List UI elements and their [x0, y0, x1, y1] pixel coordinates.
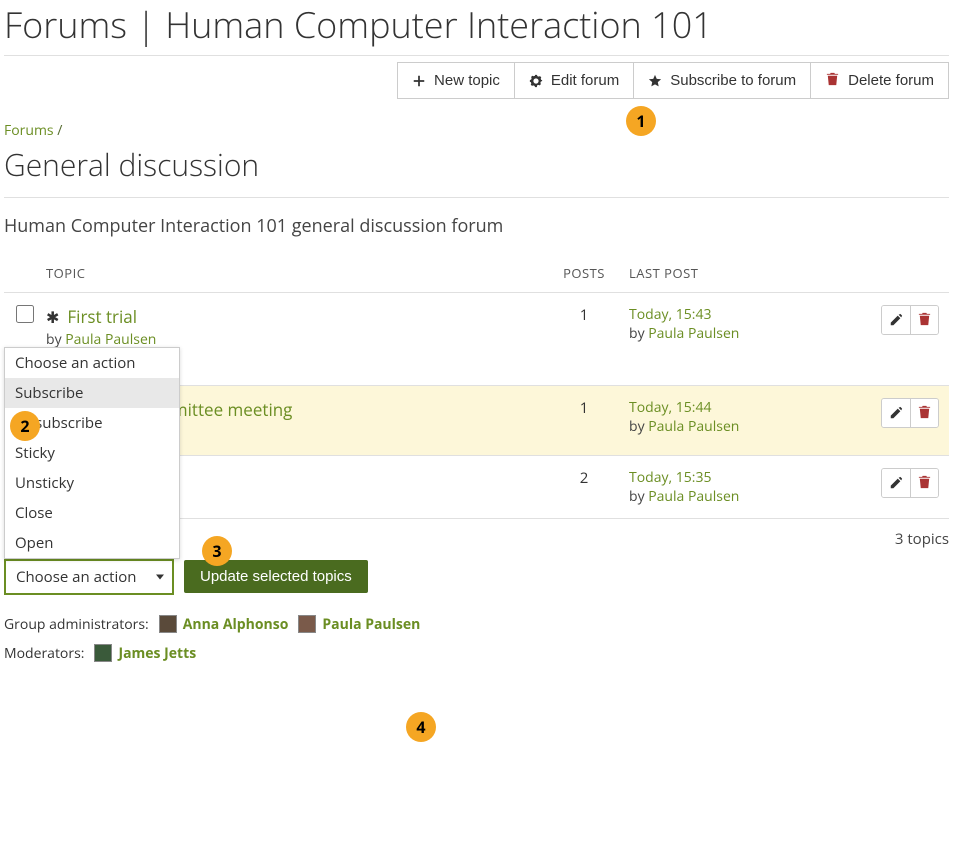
bulk-dropdown-menu: Choose an action Subscribe Unsubscribe S…	[4, 347, 180, 559]
bulk-option[interactable]: Open	[5, 528, 179, 558]
divider	[4, 55, 949, 56]
forum-title: General discussion	[4, 144, 949, 185]
posts-count: 1	[539, 305, 629, 373]
bulk-action-select[interactable]: Choose an action	[4, 559, 174, 595]
callout-4: 4	[406, 712, 436, 742]
admin-user-chip[interactable]: Anna Alphonso	[159, 615, 289, 634]
lastpost-author-link[interactable]: Paula Paulsen	[648, 487, 739, 506]
lastpost-byline: by Paula Paulsen	[629, 324, 869, 343]
new-topic-button[interactable]: New topic	[397, 62, 515, 99]
gear-icon	[529, 74, 543, 88]
trash-icon	[917, 311, 932, 329]
moderators-row: Moderators: James Jetts	[4, 644, 949, 663]
new-topic-label: New topic	[434, 72, 500, 89]
trash-icon	[825, 71, 840, 90]
avatar	[298, 615, 316, 633]
delete-forum-label: Delete forum	[848, 72, 934, 89]
lastpost-byline: by Paula Paulsen	[629, 487, 869, 506]
breadcrumb: Forums /	[4, 121, 949, 140]
delete-forum-button[interactable]: Delete forum	[811, 62, 949, 99]
bulk-action-row: Choose an action Subscribe Unsubscribe S…	[4, 559, 949, 595]
topic-checkbox[interactable]	[16, 305, 34, 323]
lastpost-author-link[interactable]: Paula Paulsen	[648, 324, 739, 343]
bulk-option[interactable]: Close	[5, 498, 179, 528]
row-actions	[881, 398, 939, 428]
pencil-icon	[889, 406, 903, 420]
subscribe-forum-label: Subscribe to forum	[670, 72, 796, 89]
row-actions	[881, 305, 939, 335]
delete-topic-button[interactable]	[910, 399, 938, 427]
pencil-icon	[889, 476, 903, 490]
pencil-icon	[889, 313, 903, 327]
breadcrumb-forums-link[interactable]: Forums	[4, 121, 54, 140]
admins-label: Group administrators:	[4, 615, 149, 634]
topic-link[interactable]: First trial	[67, 305, 137, 328]
topics-table-header: TOPIC POSTS LAST POST	[4, 256, 949, 293]
avatar	[94, 644, 112, 662]
trash-icon	[917, 404, 932, 422]
mods-label: Moderators:	[4, 644, 84, 663]
edit-topic-button[interactable]	[882, 469, 910, 497]
col-topic-header: TOPIC	[46, 264, 539, 282]
bulk-option[interactable]: Sticky	[5, 438, 179, 468]
edit-forum-button[interactable]: Edit forum	[515, 62, 634, 99]
subscribe-forum-button[interactable]: Subscribe to forum	[634, 62, 811, 99]
breadcrumb-sep: /	[57, 121, 62, 140]
col-last-header: LAST POST	[629, 264, 869, 282]
delete-topic-button[interactable]	[910, 469, 938, 497]
lastpost-author-link[interactable]: Paula Paulsen	[648, 417, 739, 436]
lastpost-time: Today, 15:44	[629, 398, 869, 417]
bulk-option[interactable]: Choose an action	[5, 348, 179, 378]
trash-icon	[917, 474, 932, 492]
plus-icon	[412, 74, 426, 88]
lastpost-time: Today, 15:35	[629, 468, 869, 487]
divider	[4, 197, 949, 198]
new-topic-icon: ✱	[46, 306, 59, 328]
bulk-select-wrap: Choose an action Subscribe Unsubscribe S…	[4, 559, 174, 595]
admin-user-chip[interactable]: Paula Paulsen	[298, 615, 420, 634]
callout-1: 1	[626, 106, 656, 136]
page-title: Forums | Human Computer Interaction 101	[4, 0, 949, 49]
forum-subtitle: Human Computer Interaction 101 general d…	[4, 214, 949, 238]
edit-topic-button[interactable]	[882, 306, 910, 334]
mod-user-chip[interactable]: James Jetts	[94, 644, 196, 663]
posts-count: 1	[539, 398, 629, 443]
delete-topic-button[interactable]	[910, 306, 938, 334]
avatar	[159, 615, 177, 633]
posts-count: 2	[539, 468, 629, 506]
edit-topic-button[interactable]	[882, 399, 910, 427]
page-container: 1 2 3 4 Forums | Human Computer Interact…	[4, 0, 949, 663]
col-posts-header: POSTS	[539, 264, 629, 282]
bulk-option[interactable]: Unsticky	[5, 468, 179, 498]
callout-3: 3	[202, 536, 232, 566]
forum-toolbar: New topic Edit forum Subscribe to forum …	[4, 62, 949, 99]
edit-forum-label: Edit forum	[551, 72, 619, 89]
row-actions	[881, 468, 939, 498]
lastpost-byline: by Paula Paulsen	[629, 417, 869, 436]
group-admins-row: Group administrators: Anna Alphonso Paul…	[4, 615, 949, 634]
bulk-option[interactable]: Subscribe	[5, 378, 179, 408]
callout-2: 2	[10, 411, 40, 441]
lastpost-time: Today, 15:43	[629, 305, 869, 324]
star-icon	[648, 74, 662, 88]
